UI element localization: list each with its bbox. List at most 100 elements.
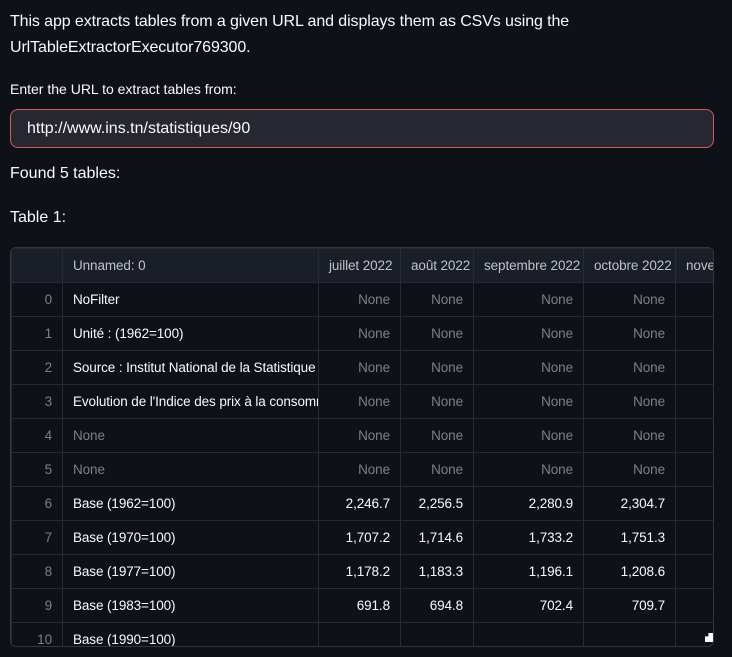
table-cell[interactable]: None (401, 385, 474, 419)
table-header-row: Unnamed: 0juillet 2022août 2022septembre… (12, 249, 715, 283)
table-cell[interactable] (474, 623, 584, 648)
url-input-label: Enter the URL to extract tables from: (10, 81, 714, 98)
table-row: 1Unité : (1962=100)NoneNoneNoneNone (12, 317, 715, 351)
table-cell[interactable]: None (63, 453, 319, 487)
table-row: 5NoneNoneNoneNoneNone (12, 453, 715, 487)
row-index-cell[interactable]: 4 (12, 419, 63, 453)
table-cell[interactable]: None (63, 419, 319, 453)
table-cell[interactable]: Base (1990=100) (63, 623, 319, 648)
row-index-cell[interactable]: 8 (12, 555, 63, 589)
table-cell[interactable]: 691.8 (319, 589, 401, 623)
table-cell[interactable]: None (474, 385, 584, 419)
row-index-cell[interactable]: 3 (12, 385, 63, 419)
table-cell[interactable]: None (319, 385, 401, 419)
table-cell[interactable] (676, 521, 715, 555)
column-header[interactable]: juillet 2022 (319, 249, 401, 283)
table-cell[interactable] (676, 487, 715, 521)
table-row: 9Base (1983=100)691.8694.8702.4709.7 (12, 589, 715, 623)
column-header[interactable]: octobre 2022 (584, 249, 676, 283)
table-cell[interactable] (584, 623, 676, 648)
dataframe-container[interactable]: Unnamed: 0juillet 2022août 2022septembre… (10, 247, 714, 647)
table-cell[interactable]: Base (1977=100) (63, 555, 319, 589)
table-cell[interactable]: None (319, 283, 401, 317)
table-cell[interactable]: None (401, 317, 474, 351)
table-cell[interactable]: None (401, 419, 474, 453)
table-cell[interactable]: None (584, 453, 676, 487)
table-cell[interactable] (676, 317, 715, 351)
table-cell[interactable]: None (319, 419, 401, 453)
row-index-cell[interactable]: 2 (12, 351, 63, 385)
table-cell[interactable]: 694.8 (401, 589, 474, 623)
row-index-cell[interactable]: 9 (12, 589, 63, 623)
row-index-cell[interactable]: 1 (12, 317, 63, 351)
table-cell[interactable]: None (474, 283, 584, 317)
column-header[interactable]: novembre 2022 (676, 249, 715, 283)
table-cell[interactable] (676, 623, 715, 648)
table-cell[interactable] (676, 351, 715, 385)
table-row: 10Base (1990=100) (12, 623, 715, 648)
table-cell[interactable]: 1,733.2 (474, 521, 584, 555)
table-cell[interactable] (676, 419, 715, 453)
table-cell[interactable]: None (474, 453, 584, 487)
table-cell[interactable]: 709.7 (584, 589, 676, 623)
table-cell[interactable]: 2,256.5 (401, 487, 474, 521)
row-index-cell[interactable]: 0 (12, 283, 63, 317)
table-cell[interactable]: 2,246.7 (319, 487, 401, 521)
table-cell[interactable] (676, 453, 715, 487)
intro-text: This app extracts tables from a given UR… (10, 9, 714, 61)
table-row: 6Base (1962=100)2,246.72,256.52,280.92,3… (12, 487, 715, 521)
row-index-cell[interactable]: 10 (12, 623, 63, 648)
table-row: 4NoneNoneNoneNoneNone (12, 419, 715, 453)
app-container: This app extracts tables from a given UR… (10, 0, 714, 647)
table-cell[interactable]: None (319, 453, 401, 487)
table-cell[interactable]: None (584, 283, 676, 317)
table-row: 2Source : Institut National de la Statis… (12, 351, 715, 385)
table-cell[interactable]: 1,707.2 (319, 521, 401, 555)
table-cell[interactable]: 702.4 (474, 589, 584, 623)
table-cell[interactable]: Base (1983=100) (63, 589, 319, 623)
table-cell[interactable]: 2,280.9 (474, 487, 584, 521)
table-cell[interactable]: None (474, 351, 584, 385)
table-cell[interactable]: Source : Institut National de la Statist… (63, 351, 319, 385)
table-cell[interactable] (676, 283, 715, 317)
table-cell[interactable]: Unité : (1962=100) (63, 317, 319, 351)
table-cell[interactable]: NoFilter (63, 283, 319, 317)
table-cell[interactable]: Base (1962=100) (63, 487, 319, 521)
table-cell[interactable]: None (584, 385, 676, 419)
table-cell[interactable]: None (319, 351, 401, 385)
table-cell[interactable]: None (474, 419, 584, 453)
table-cell[interactable] (676, 555, 715, 589)
table-cell[interactable]: None (474, 317, 584, 351)
table-cell[interactable] (319, 623, 401, 648)
table-cell[interactable]: 1,178.2 (319, 555, 401, 589)
row-index-cell[interactable]: 5 (12, 453, 63, 487)
table-cell[interactable] (676, 385, 715, 419)
column-header[interactable]: août 2022 (401, 249, 474, 283)
table-cell[interactable]: 2,304.7 (584, 487, 676, 521)
table-cell[interactable]: None (319, 317, 401, 351)
table-cell[interactable]: 1,751.3 (584, 521, 676, 555)
table-row: 7Base (1970=100)1,707.21,714.61,733.21,7… (12, 521, 715, 555)
table-cell[interactable] (676, 589, 715, 623)
table-cell[interactable]: None (401, 283, 474, 317)
table-cell[interactable] (401, 623, 474, 648)
column-header[interactable]: septembre 2022 (474, 249, 584, 283)
index-column-header[interactable] (12, 249, 63, 283)
table-cell[interactable]: 1,183.3 (401, 555, 474, 589)
table-cell[interactable]: 1,196.1 (474, 555, 584, 589)
table-cell[interactable]: None (584, 351, 676, 385)
table-cell[interactable]: None (401, 351, 474, 385)
table-cell[interactable]: None (584, 419, 676, 453)
table-cell[interactable]: None (401, 453, 474, 487)
table-cell[interactable]: Evolution de l'Indice des prix à la cons… (63, 385, 319, 419)
url-input[interactable] (10, 109, 714, 148)
table-row: 0NoFilterNoneNoneNoneNone (12, 283, 715, 317)
table-title: Table 1: (10, 209, 714, 226)
column-header[interactable]: Unnamed: 0 (63, 249, 319, 283)
table-cell[interactable]: Base (1970=100) (63, 521, 319, 555)
table-cell[interactable]: 1,208.6 (584, 555, 676, 589)
row-index-cell[interactable]: 7 (12, 521, 63, 555)
row-index-cell[interactable]: 6 (12, 487, 63, 521)
table-cell[interactable]: None (584, 317, 676, 351)
table-cell[interactable]: 1,714.6 (401, 521, 474, 555)
